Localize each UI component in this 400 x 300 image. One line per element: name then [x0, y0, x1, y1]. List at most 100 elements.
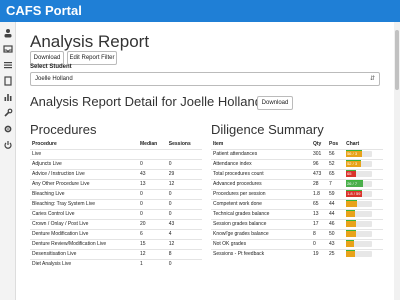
- progress-bar-fill: [346, 211, 356, 217]
- table-cell: 0: [166, 188, 202, 199]
- table-cell: 0: [166, 198, 202, 209]
- table-cell: Bleaching: Tray System Live: [30, 198, 138, 209]
- table-row: Not OK grades 0 43: [211, 238, 383, 249]
- table-row: Any Other Procedure Live 13 12: [30, 178, 202, 189]
- table-cell: 1.8: [311, 188, 327, 199]
- table-row: Desensitisation Live 12 8: [30, 248, 202, 259]
- table-row: Patient attendances 301 56 56 / 3: [211, 148, 383, 159]
- progress-bar: [346, 240, 373, 247]
- select-student-label: Select Student: [30, 64, 72, 70]
- table-cell: 44: [327, 208, 345, 219]
- table-row: Live: [30, 148, 202, 159]
- download-button[interactable]: Download: [30, 51, 64, 65]
- table-row: Denture Review/Modification Live 15 12: [30, 238, 202, 249]
- diligence-header-cell[interactable]: Qty: [311, 139, 327, 149]
- table-cell: [138, 148, 167, 159]
- progress-bar-fill: [346, 231, 357, 237]
- progress-bar: 56 / 3: [346, 150, 373, 157]
- table-cell: Denture Modification Live: [30, 228, 138, 239]
- diligence-table: Item Qty Pos Chart Patient attendances 301 56…: [211, 139, 383, 259]
- gear-icon[interactable]: [3, 124, 13, 134]
- inbox-icon[interactable]: [3, 44, 13, 54]
- table-cell: Advice / Instruction Live: [30, 168, 138, 179]
- chart-cell: 52 / 3: [344, 158, 383, 169]
- table-cell: 46: [327, 218, 345, 229]
- table-cell: 50: [327, 228, 345, 239]
- progress-bar-fill: [346, 201, 358, 207]
- table-cell: 8: [311, 228, 327, 239]
- table-row: Total procedures count 473 65 65: [211, 168, 383, 179]
- table-cell: 0: [138, 198, 167, 209]
- progress-bar: [346, 210, 373, 217]
- table-cell: [166, 148, 202, 159]
- table-cell: Competent work done: [211, 198, 311, 209]
- table-cell: 17: [311, 218, 327, 229]
- detail-download-button[interactable]: Download: [257, 96, 293, 110]
- table-cell: 0: [138, 208, 167, 219]
- chart-cell: [344, 238, 383, 249]
- table-row: Denture Modification Live 6 4: [30, 228, 202, 239]
- table-cell: Advanced procedures: [211, 178, 311, 189]
- app-title[interactable]: CAFS Portal: [6, 3, 82, 18]
- table-cell: Caries Control Live: [30, 208, 138, 219]
- table-cell: Any Other Procedure Live: [30, 178, 138, 189]
- diligence-header-cell[interactable]: Pos: [327, 139, 344, 149]
- table-cell: 301: [311, 148, 327, 159]
- table-cell: Sessions - Pt feedback: [211, 248, 311, 259]
- progress-bar-fill: 65: [346, 171, 357, 177]
- table-cell: 0: [166, 158, 202, 169]
- table-cell: 12: [166, 238, 202, 249]
- wrench-icon[interactable]: [3, 108, 13, 118]
- table-row: Technical grades balance 13 44: [211, 208, 383, 219]
- table-cell: 473: [311, 168, 327, 179]
- table-cell: 25: [327, 248, 345, 259]
- procedures-title: Procedures: [30, 122, 97, 137]
- table-cell: Knowl'ge grades balance: [211, 228, 311, 239]
- diligence-title: Diligence Summary: [211, 122, 324, 137]
- procedures-header-cell[interactable]: Median: [138, 139, 167, 149]
- table-cell: Session grades balance: [211, 218, 311, 229]
- student-select[interactable]: Joelle Holland ⇵: [30, 72, 380, 86]
- student-select-value: Joelle Holland: [35, 76, 73, 82]
- table-cell: 44: [327, 198, 345, 209]
- table-cell: Live: [30, 148, 138, 159]
- table-cell: Crown / Onlay / Post Live: [30, 218, 138, 229]
- table-cell: 4: [166, 228, 202, 239]
- progress-bar-fill: 26 / 7: [346, 181, 364, 187]
- table-cell: 0: [138, 158, 167, 169]
- progress-bar-fill: [346, 251, 356, 258]
- table-row: Session grades balance 17 46: [211, 218, 383, 229]
- diligence-header-cell[interactable]: Item: [211, 139, 311, 149]
- progress-bar: 1.8 / 59: [346, 190, 373, 197]
- table-row: Competent work done 65 44: [211, 198, 383, 209]
- table-cell: Attendance index: [211, 158, 311, 169]
- scroll-thumb[interactable]: [395, 30, 399, 90]
- table-cell: 52: [327, 158, 345, 169]
- power-icon[interactable]: [3, 140, 13, 150]
- table-row: Knowl'ge grades balance 8 50: [211, 228, 383, 239]
- progress-bar: 26 / 7: [346, 180, 373, 187]
- table-cell: 0: [166, 258, 202, 269]
- chart-cell: [344, 228, 383, 239]
- chart-icon[interactable]: [3, 92, 13, 102]
- table-cell: 8: [166, 248, 202, 259]
- progress-bar: [346, 230, 373, 237]
- edit-report-filter-button[interactable]: Edit Report Filter: [67, 51, 117, 65]
- chart-cell: 1.8 / 59: [344, 188, 383, 199]
- user-icon[interactable]: [3, 28, 13, 38]
- list-icon[interactable]: [3, 60, 13, 70]
- table-row: Bleaching: Tray System Live 0 0: [30, 198, 202, 209]
- table-row: Advice / Instruction Live 43 29: [30, 168, 202, 179]
- table-row: Procedures per session 1.8 59 1.8 / 59: [211, 188, 383, 199]
- scrollbar[interactable]: [394, 22, 400, 300]
- progress-bar-fill: [346, 241, 355, 247]
- progress-bar: 65: [346, 170, 373, 177]
- table-cell: 0: [138, 188, 167, 199]
- table-cell: 15: [138, 238, 167, 249]
- table-cell: 1: [138, 258, 167, 269]
- diligence-header-cell[interactable]: Chart: [344, 139, 383, 149]
- table-cell: 43: [166, 218, 202, 229]
- file-icon[interactable]: [3, 76, 13, 86]
- procedures-header-cell[interactable]: Procedure: [30, 139, 138, 149]
- procedures-header-cell[interactable]: Sessions: [167, 139, 202, 149]
